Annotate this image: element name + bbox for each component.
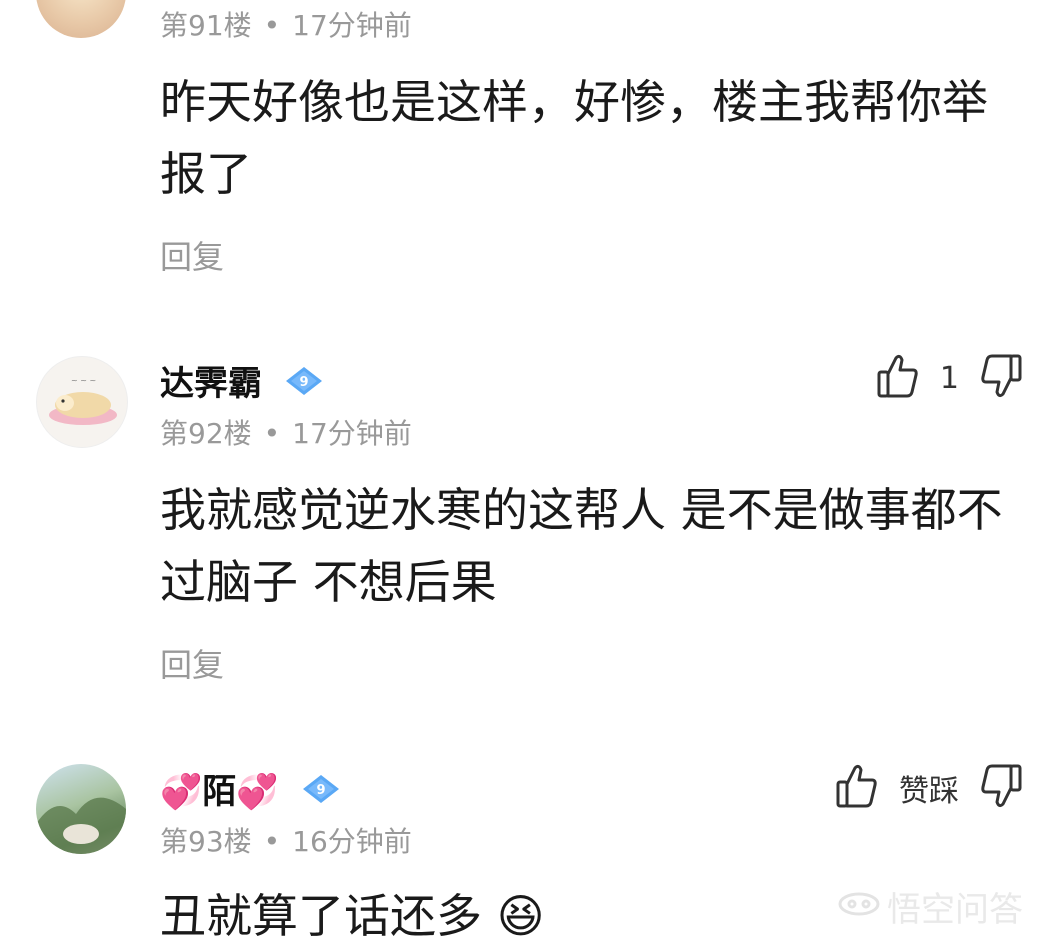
- avatar[interactable]: ~ ~ ~: [36, 356, 128, 448]
- comment-time: 17分钟前: [292, 9, 412, 42]
- username[interactable]: 达霁霸 9: [160, 356, 324, 406]
- floor-number: 第91楼: [160, 9, 252, 42]
- watermark: 悟空问答: [837, 882, 1023, 931]
- reply-button[interactable]: 回复: [160, 232, 224, 278]
- level-number: 9: [316, 783, 325, 798]
- landscape-avatar-image: [36, 797, 126, 854]
- thumbs-down-icon[interactable]: [979, 352, 1023, 404]
- laughing-emoji-icon: 😆: [496, 889, 545, 943]
- username-text[interactable]: 陌: [202, 772, 236, 812]
- comment-meta: 第93楼 • 16分钟前: [160, 820, 412, 860]
- reply-button[interactable]: 回复: [160, 640, 224, 686]
- like-count: 1: [939, 360, 959, 396]
- comment-meta: 第92楼 • 17分钟前: [160, 412, 412, 452]
- comment-text: 昨天好像也是这样，好惨，楼主我帮你举报了: [160, 75, 988, 201]
- comment-text-body: 丑就算了话还多: [160, 889, 482, 943]
- watermark-text: 悟空问答: [887, 890, 1023, 930]
- username[interactable]: 💞陌💞 9: [160, 764, 341, 814]
- comment-text: 我就感觉逆水寒的这帮人 是不是做事都不过脑子 不想后果: [160, 483, 1003, 609]
- two-hearts-icon: 💞: [236, 772, 279, 812]
- level-badge: 9: [284, 365, 324, 406]
- like-dislike-label: 赞踩: [899, 774, 959, 809]
- wukong-logo-icon: [837, 887, 881, 927]
- level-badge: 9: [301, 773, 341, 814]
- separator: •: [263, 9, 281, 42]
- comment-meta: 第91楼 • 17分钟前: [160, 4, 412, 44]
- thumbs-up-icon[interactable]: [835, 762, 879, 814]
- level-number: 9: [299, 375, 308, 390]
- guinea-pig-avatar-image: ~ ~ ~: [49, 376, 117, 425]
- floor-number: 第92楼: [160, 417, 252, 450]
- thumbs-down-icon[interactable]: [979, 762, 1023, 814]
- two-hearts-icon: 💞: [160, 772, 203, 812]
- username-text[interactable]: 达霁霸: [160, 364, 262, 404]
- comment-time: 16分钟前: [292, 825, 412, 858]
- vote-actions: 1: [876, 352, 1023, 404]
- avatar[interactable]: [36, 0, 126, 38]
- separator: •: [263, 417, 281, 450]
- avatar[interactable]: [36, 764, 126, 854]
- vote-actions: 赞踩: [835, 762, 1023, 814]
- thumbs-up-icon[interactable]: [876, 352, 920, 404]
- separator: •: [263, 825, 281, 858]
- comment-time: 17分钟前: [292, 417, 412, 450]
- svg-text:~ ~ ~: ~ ~ ~: [71, 376, 96, 385]
- floor-number: 第93楼: [160, 825, 252, 858]
